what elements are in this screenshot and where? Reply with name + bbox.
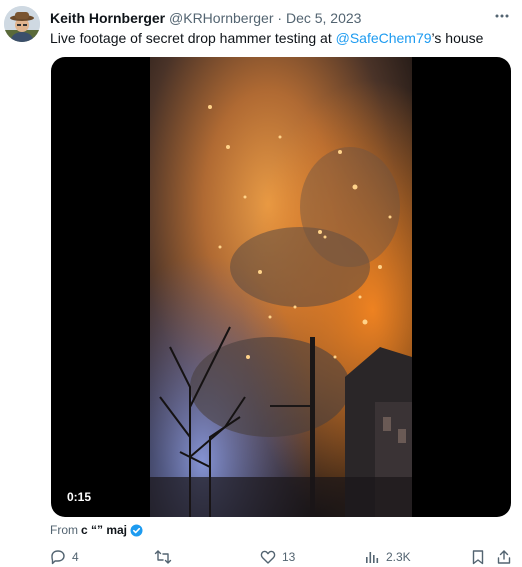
source-prefix: From [50,523,78,537]
share-icon [497,550,511,564]
avatar[interactable] [4,6,40,42]
video-duration: 0:15 [61,487,98,507]
retweet-button[interactable] [154,547,178,567]
views-button[interactable]: 2.3K [364,547,411,567]
verified-badge-icon [130,524,143,536]
tweet-text: Live footage of secret drop hammer testi… [50,29,483,47]
bookmark-button[interactable] [470,547,486,567]
retweet-icon [154,550,172,564]
share-button[interactable] [496,547,512,567]
like-button[interactable]: 13 [260,547,295,567]
like-count: 13 [282,550,296,564]
tweet-date[interactable]: Dec 5, 2023 [286,10,362,26]
video-thumbnail [150,57,412,517]
views-count: 2.3K [386,550,411,564]
author-handle[interactable]: @KRHornberger [169,10,273,26]
reply-icon [51,550,65,565]
more-button[interactable] [492,6,512,26]
source-name[interactable]: c “” maj [81,522,127,538]
tweet-text-start: Live footage of secret drop hammer testi… [50,30,336,46]
mention-link[interactable]: @SafeChem79 [336,30,432,46]
video-player[interactable]: 0:15 [51,57,511,517]
author-name[interactable]: Keith Hornberger [50,10,165,26]
reply-count: 4 [72,550,79,564]
more-icon [495,14,509,18]
video-frame [150,57,412,517]
bookmark-icon [472,550,484,565]
views-icon [366,552,379,563]
like-icon [260,550,276,564]
video-source: From c “” maj [50,522,143,538]
tweet-text-end: ’s house [431,30,484,46]
action-bar: 4 13 2.3K [50,547,512,567]
separator-dot: · [277,10,283,26]
tweet-header: Keith Hornberger @KRHornberger · Dec 5, … [50,9,361,27]
avatar-image [4,6,40,42]
reply-button[interactable]: 4 [50,547,79,567]
